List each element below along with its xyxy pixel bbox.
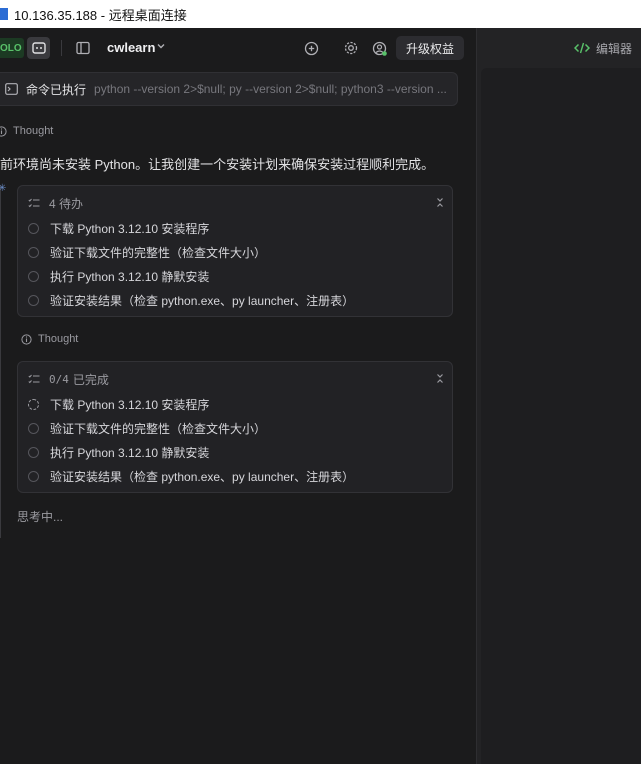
todo-list-card: 0/4 已完成 下载 Python 3.12.10 安装程序 验证下载文件的完整…	[17, 361, 453, 493]
user-icon	[372, 41, 387, 56]
todo-item[interactable]: 下载 Python 3.12.10 安装程序	[28, 396, 209, 413]
editor-tab-label: 编辑器	[595, 41, 632, 56]
chat-panel: 命令已执行 python --version 2>$null; py --ver…	[0, 68, 476, 764]
editor-panel: 编辑器	[476, 28, 641, 764]
todo-item[interactable]: 验证安装结果（检查 python.exe、py launcher、注册表）	[28, 292, 354, 309]
thought-label: Thought	[13, 125, 54, 137]
project-name[interactable]: cwlearn	[107, 40, 155, 55]
checklist-icon	[28, 374, 40, 384]
todo-item-text: 验证下载文件的完整性（检查文件大小）	[50, 422, 267, 436]
checklist-icon	[28, 198, 40, 208]
thought-label: Thought	[38, 333, 79, 345]
todo-item[interactable]: 下载 Python 3.12.10 安装程序	[28, 220, 209, 237]
solo-badge-label: OLO	[0, 42, 22, 54]
editor-area[interactable]	[481, 68, 641, 764]
pending-circle-icon	[28, 271, 39, 282]
sparkle-icon: ✳	[0, 183, 7, 194]
todo-list-card: 4 待办 下载 Python 3.12.10 安装程序 验证下载文件的完整性（检…	[17, 185, 453, 317]
chevron-down-icon[interactable]	[156, 41, 166, 51]
settings-button[interactable]	[343, 40, 359, 56]
timeline-line	[0, 186, 1, 538]
todo-item[interactable]: 验证下载文件的完整性（检查文件大小）	[28, 420, 266, 437]
sidebar-toggle-button[interactable]	[75, 40, 91, 56]
todo-item-text: 验证安装结果（检查 python.exe、py launcher、注册表）	[50, 294, 355, 308]
pending-circle-icon	[28, 223, 39, 234]
info-icon	[21, 333, 32, 345]
todo-list-header: 0/4 已完成	[28, 371, 109, 388]
command-text: python --version 2>$null; py --version 2…	[94, 82, 447, 96]
todo-item-text: 执行 Python 3.12.10 静默安装	[50, 270, 210, 284]
window-titlebar: 10.136.35.188 - 远程桌面连接	[0, 0, 641, 28]
pending-circle-icon	[28, 423, 39, 434]
chat-icon	[31, 42, 46, 54]
new-chat-icon	[304, 41, 318, 55]
chat-mode-button[interactable]	[27, 37, 50, 59]
gear-icon	[344, 41, 358, 55]
thought-toggle[interactable]: Thought	[0, 125, 53, 137]
solo-mode-badge[interactable]: OLO	[0, 38, 24, 58]
todo-item[interactable]: 验证下载文件的完整性（检查文件大小）	[28, 244, 266, 261]
todo-progress-count: 0/4	[49, 373, 69, 386]
code-icon	[573, 42, 590, 54]
todo-item-text: 下载 Python 3.12.10 安装程序	[50, 398, 210, 412]
editor-tab[interactable]: 编辑器	[477, 28, 641, 68]
in-progress-spinner-icon	[28, 399, 39, 410]
info-icon	[0, 125, 7, 137]
account-button[interactable]	[371, 40, 389, 58]
thinking-status: 思考中...	[17, 510, 64, 524]
todo-item[interactable]: 执行 Python 3.12.10 静默安装	[28, 268, 209, 285]
pending-circle-icon	[28, 295, 39, 306]
collapse-button[interactable]	[436, 371, 444, 389]
command-executed-card[interactable]: 命令已执行 python --version 2>$null; py --ver…	[0, 72, 458, 106]
window-title: 10.136.35.188 - 远程桌面连接	[14, 7, 187, 23]
pending-circle-icon	[28, 447, 39, 458]
sidebar-icon	[76, 41, 90, 55]
assistant-message: 当前环境尚未安装 Python。让我创建一个安装计划来确保安装过程顺利完成。	[0, 157, 435, 172]
todo-item-text: 验证安装结果（检查 python.exe、py launcher、注册表）	[50, 470, 355, 484]
todo-list-header: 4 待办	[28, 195, 83, 212]
todo-item-text: 验证下载文件的完整性（检查文件大小）	[50, 246, 267, 260]
terminal-icon	[5, 83, 18, 95]
collapse-icon	[437, 374, 443, 383]
toolbar-divider	[61, 40, 62, 56]
pending-circle-icon	[28, 471, 39, 482]
collapse-icon	[437, 198, 443, 207]
todo-item[interactable]: 验证安装结果（检查 python.exe、py launcher、注册表）	[28, 468, 354, 485]
thought-toggle[interactable]: Thought	[21, 333, 78, 345]
todo-item-text: 执行 Python 3.12.10 静默安装	[50, 446, 210, 460]
collapse-button[interactable]	[436, 195, 444, 213]
new-chat-button[interactable]	[303, 40, 319, 56]
pending-circle-icon	[28, 247, 39, 258]
todo-progress-label: 已完成	[72, 373, 109, 387]
command-label: 命令已执行	[26, 82, 87, 97]
todo-list-title: 4 待办	[49, 197, 84, 211]
remote-desktop-icon	[0, 8, 8, 20]
upgrade-button[interactable]: 升级权益	[396, 36, 464, 60]
todo-item-text: 下载 Python 3.12.10 安装程序	[50, 222, 210, 236]
todo-item[interactable]: 执行 Python 3.12.10 静默安装	[28, 444, 209, 461]
